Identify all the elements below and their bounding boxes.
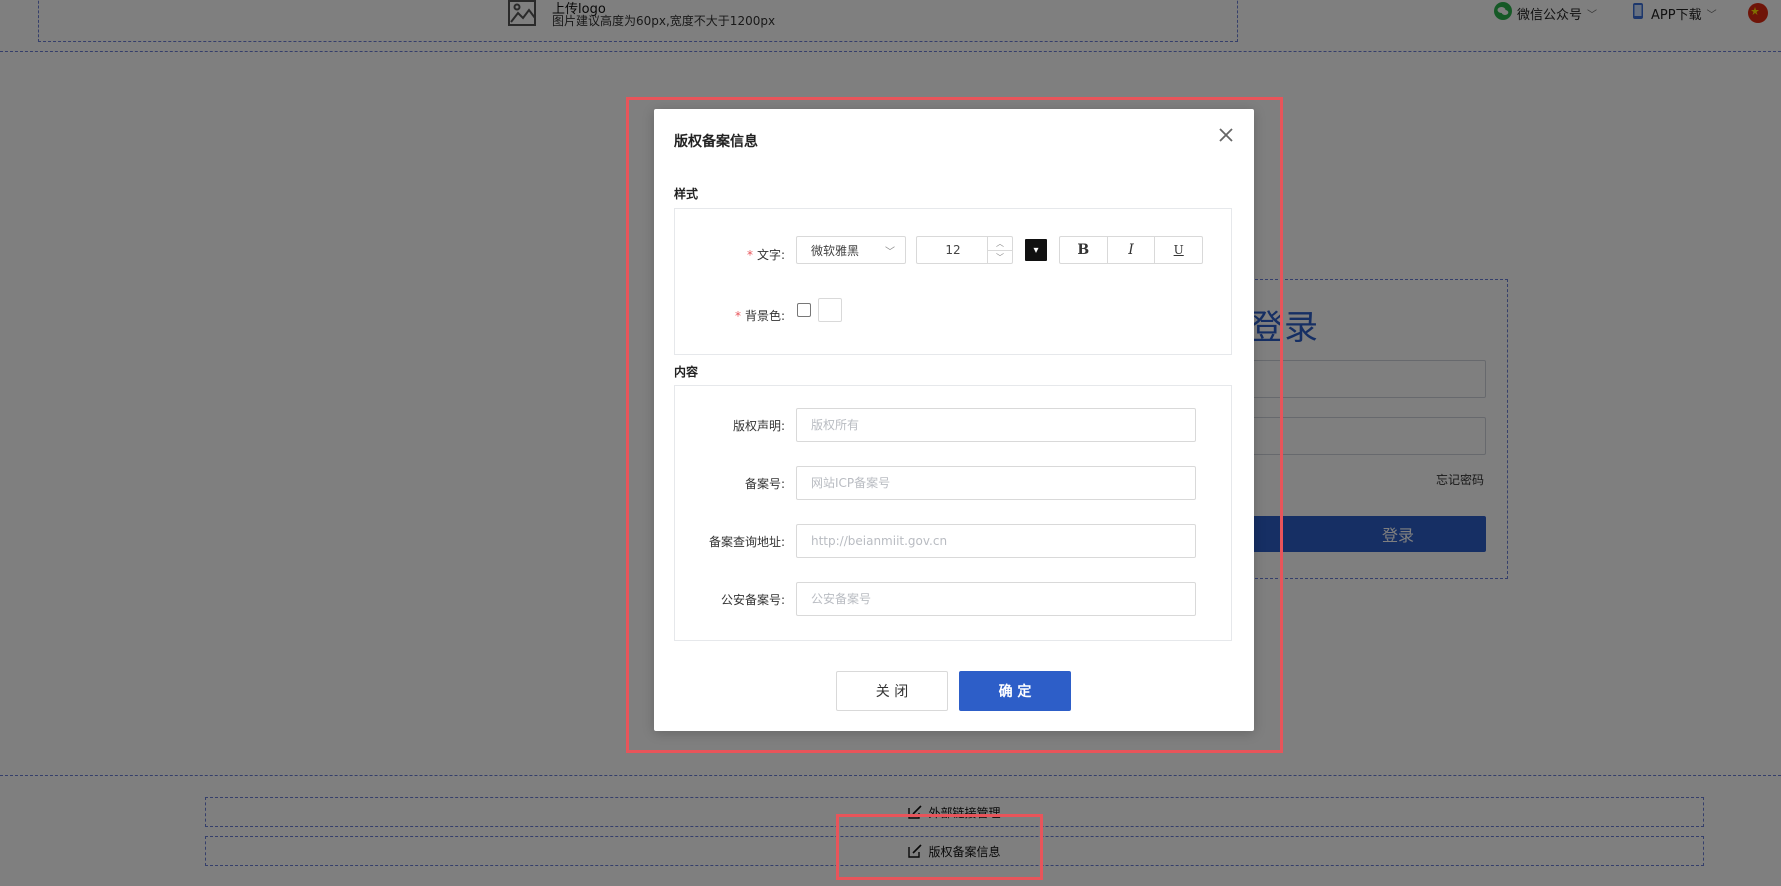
dialog-highlight-frame [626,97,1283,753]
row-highlight-frame [836,814,1043,880]
